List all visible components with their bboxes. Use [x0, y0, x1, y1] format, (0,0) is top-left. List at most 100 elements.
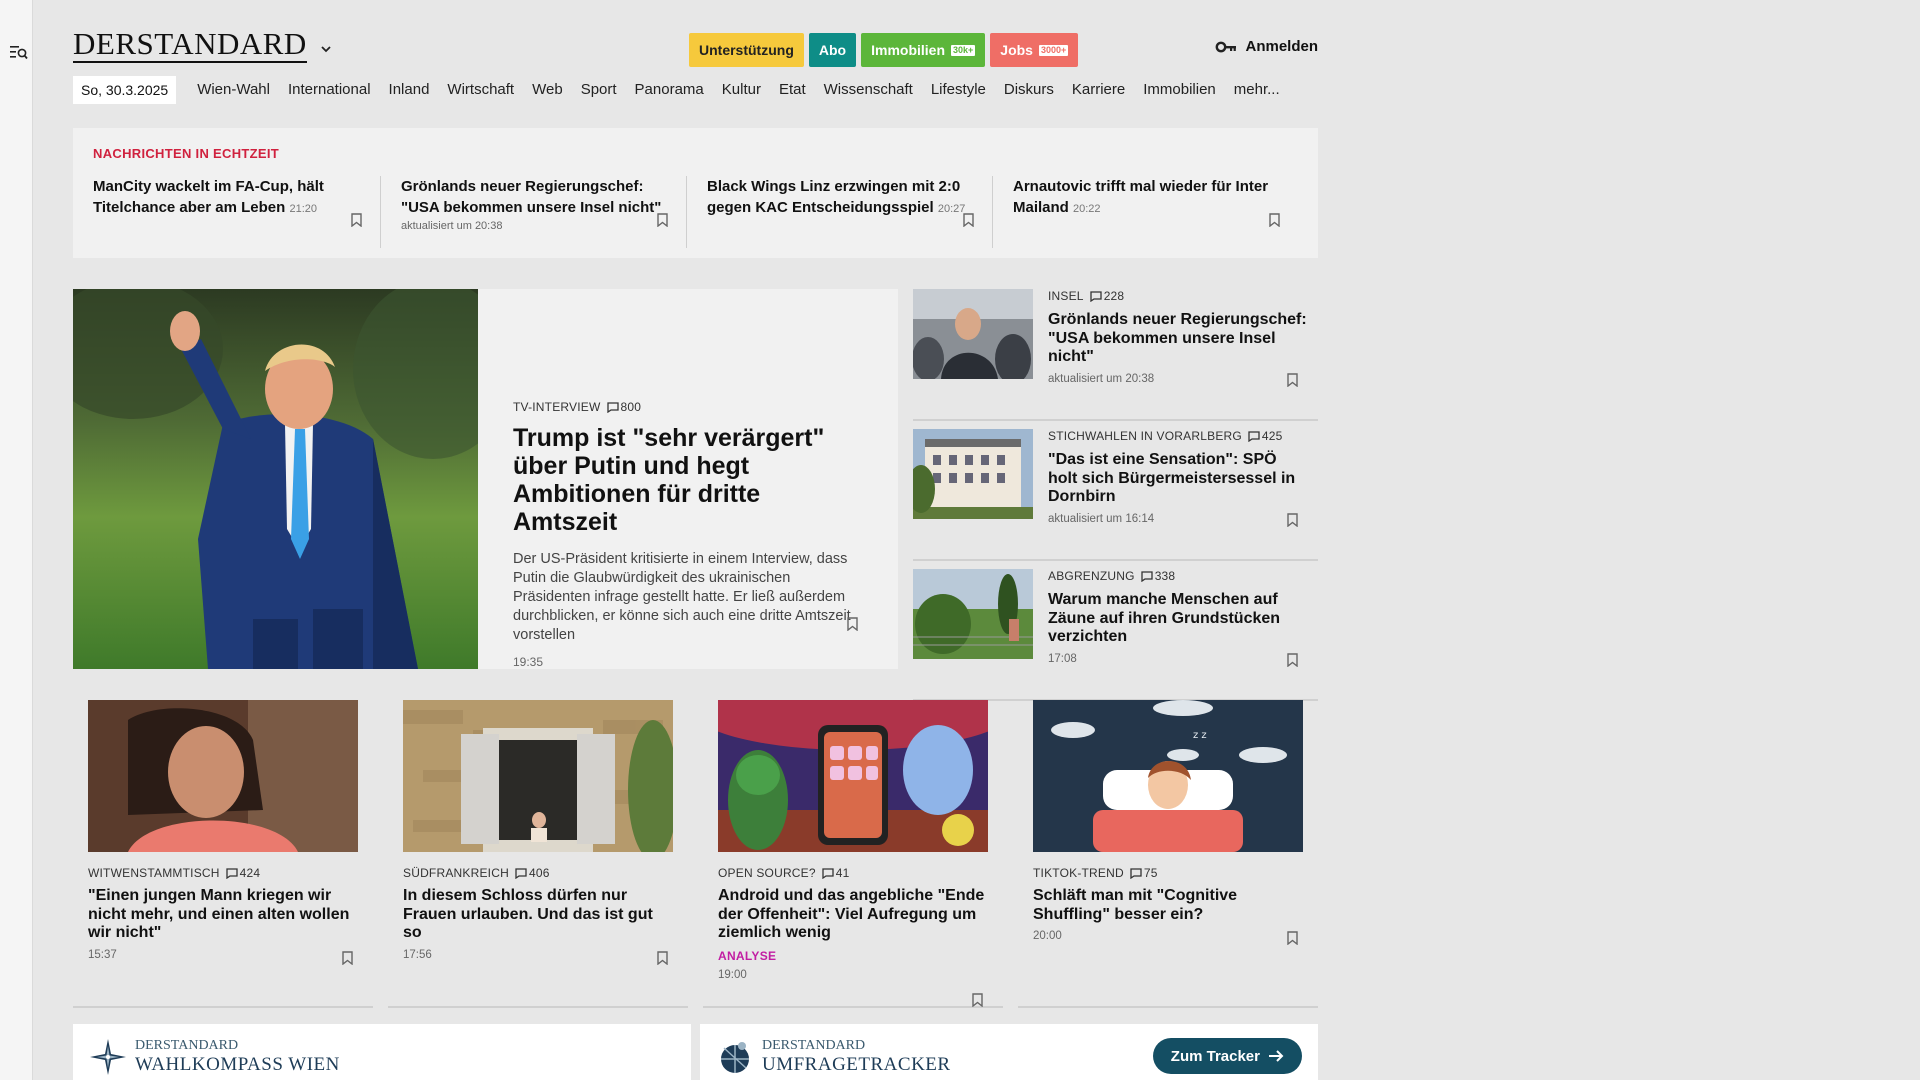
bookmark-icon[interactable] — [1287, 653, 1298, 667]
bookmark-icon[interactable] — [963, 213, 974, 227]
support-label: Unterstützung — [699, 42, 794, 58]
story-kicker: SÜDFRANKREICH 406 — [403, 866, 673, 880]
nav-item-more[interactable]: mehr... — [1225, 76, 1289, 104]
immobilien-label: Immobilien — [871, 42, 946, 58]
comments-count[interactable]: 228 — [1090, 289, 1125, 303]
site-logo[interactable]: DERSTANDARD — [73, 28, 307, 63]
promo-name: WAHLKOMPASS WIEN — [135, 1054, 340, 1075]
comments-count-value: 228 — [1103, 289, 1125, 303]
comment-icon — [822, 867, 834, 879]
story-headline[interactable]: Grönlands neuer Regierungschef: "USA bek… — [1048, 311, 1308, 367]
bookmark-icon[interactable] — [657, 213, 668, 227]
ticker-time: 20:27 — [937, 203, 966, 215]
nav-item-wien-wahl[interactable]: Wien-Wahl — [188, 76, 279, 104]
nav-item-international[interactable]: International — [279, 76, 380, 104]
story-kicker: INSEL 228 — [1048, 289, 1308, 303]
nav-item-web[interactable]: Web — [523, 76, 572, 104]
bookmark-icon[interactable] — [972, 993, 983, 1007]
comments-count-value: 338 — [1154, 569, 1176, 583]
story-card[interactable]: WITWENSTAMMTISCH 424 "Einen jungen Mann … — [73, 700, 373, 1008]
comments-count-value: 41 — [835, 866, 850, 880]
comments-count[interactable]: 75 — [1130, 866, 1158, 880]
zum-tracker-button[interactable]: Zum Tracker — [1152, 1038, 1302, 1074]
ticker-item[interactable]: Black Wings Linz erzwingen mit 2:0 gegen… — [685, 176, 992, 248]
menu-search-icon[interactable] — [10, 44, 28, 60]
nav-item-wirtschaft[interactable]: Wirtschaft — [438, 76, 523, 104]
lead-story[interactable]: TV-INTERVIEW 800 Trump ist "sehr verärge… — [73, 289, 898, 669]
comments-count[interactable]: 41 — [822, 866, 850, 880]
lead-teaser: Der US-Präsident kritisierte in einem In… — [513, 551, 851, 643]
jobs-button[interactable]: Jobs 3000+ — [990, 33, 1079, 67]
comments-count[interactable]: 425 — [1248, 429, 1283, 443]
support-button[interactable]: Unterstützung — [689, 33, 804, 67]
bookmark-icon[interactable] — [1269, 213, 1280, 227]
nav-item-panorama[interactable]: Panorama — [626, 76, 713, 104]
story-kicker-label: ABGRENZUNG — [1048, 569, 1135, 583]
bookmark-icon[interactable] — [1287, 931, 1298, 945]
story-photo[interactable]: z z — [1033, 700, 1303, 852]
nav-item-sport[interactable]: Sport — [572, 76, 626, 104]
list-item[interactable]: ABGRENZUNG 338 Warum manche Menschen auf… — [913, 569, 1318, 701]
nav-item-karriere[interactable]: Karriere — [1063, 76, 1134, 104]
lead-headline[interactable]: Trump ist "sehr verärgert" über Putin un… — [513, 424, 868, 536]
lead-photo-trump[interactable] — [73, 289, 478, 669]
live-ticker: NACHRICHTEN IN ECHTZEIT ManCity wackelt … — [73, 128, 1318, 258]
story-meta: 17:08 — [1048, 652, 1077, 665]
nav-item-diskurs[interactable]: Diskurs — [995, 76, 1063, 104]
chevron-down-icon[interactable] — [319, 42, 333, 56]
nav-item-kultur[interactable]: Kultur — [713, 76, 770, 104]
story-headline[interactable]: Android und das angebliche "Ende der Off… — [718, 887, 988, 943]
story-meta: 20:00 — [1033, 930, 1062, 942]
story-photo[interactable] — [913, 289, 1033, 379]
wahlkompass-promo[interactable]: DERSTANDARD WAHLKOMPASS WIEN — [73, 1024, 691, 1080]
story-headline[interactable]: "Einen jungen Mann kriegen wir nicht meh… — [88, 887, 358, 943]
ticker-title: NACHRICHTEN IN ECHTZEIT — [93, 146, 280, 161]
story-headline[interactable]: Warum manche Menschen auf Zäune auf ihre… — [1048, 591, 1308, 647]
bookmark-icon[interactable] — [342, 951, 353, 965]
story-kicker-label: OPEN SOURCE? — [718, 866, 816, 880]
comments-count[interactable]: 800 — [606, 400, 642, 414]
story-headline[interactable]: In diesem Schloss dürfen nur Frauen urla… — [403, 887, 673, 943]
ticker-item[interactable]: Grönlands neuer Regierungschef: "USA bek… — [379, 176, 686, 248]
nav-item-inland[interactable]: Inland — [380, 76, 439, 104]
bookmark-icon[interactable] — [847, 617, 858, 631]
ticker-item[interactable]: Arnautovic trifft mal wieder für Inter M… — [992, 176, 1298, 248]
list-item[interactable]: STICHWAHLEN IN VORARLBERG 425 "Das ist e… — [913, 429, 1318, 561]
story-headline[interactable]: Schläft man mit "Cognitive Shuffling" be… — [1033, 887, 1303, 924]
story-cards: WITWENSTAMMTISCH 424 "Einen jungen Mann … — [73, 700, 1318, 1008]
login-button[interactable]: Anmelden — [1215, 38, 1318, 55]
nav-item-immobilien[interactable]: Immobilien — [1134, 76, 1225, 104]
story-photo[interactable] — [88, 700, 358, 852]
story-card[interactable]: z z TIKTOK-TREND 75 Schläft man mit "Cog… — [1018, 700, 1318, 1008]
bookmark-icon[interactable] — [1287, 513, 1298, 527]
ticker-item[interactable]: ManCity wackelt im FA-Cup, hält Titelcha… — [93, 176, 380, 248]
comment-icon — [606, 401, 619, 413]
list-item[interactable]: INSEL 228 Grönlands neuer Regierungschef… — [913, 289, 1318, 421]
nav-item-lifestyle[interactable]: Lifestyle — [922, 76, 995, 104]
story-photo[interactable] — [403, 700, 673, 852]
story-card[interactable]: SÜDFRANKREICH 406 In diesem Schloss dürf… — [388, 700, 688, 1008]
story-photo[interactable] — [913, 569, 1033, 659]
bookmark-icon[interactable] — [351, 213, 362, 227]
comments-count-value: 75 — [1143, 866, 1158, 880]
umfragetracker-promo[interactable]: DERSTANDARD UMFRAGETRACKER Zum Tracker — [700, 1024, 1318, 1080]
abo-button[interactable]: Abo — [808, 33, 857, 67]
comments-count[interactable]: 424 — [225, 866, 261, 880]
ticker-headline: Grönlands neuer Regierungschef: "USA bek… — [400, 178, 662, 216]
immobilien-button[interactable]: Immobilien 30k+ — [861, 33, 986, 67]
comments-count[interactable]: 406 — [515, 866, 550, 880]
comments-count[interactable]: 338 — [1141, 569, 1176, 583]
nav-item-etat[interactable]: Etat — [770, 76, 815, 104]
ticker-headline: Black Wings Linz erzwingen mit 2:0 gegen… — [706, 178, 961, 216]
comment-icon — [1141, 570, 1153, 582]
story-card[interactable]: OPEN SOURCE? 41 Android und das angeblic… — [703, 700, 1003, 1008]
promo-brand: DERSTANDARD — [135, 1038, 239, 1053]
bookmark-icon[interactable] — [1287, 373, 1298, 387]
nav-item-wissenschaft[interactable]: Wissenschaft — [815, 76, 922, 104]
story-headline[interactable]: "Das ist eine Sensation": SPÖ holt sich … — [1048, 451, 1308, 507]
story-photo[interactable] — [718, 700, 988, 852]
story-photo[interactable] — [913, 429, 1033, 519]
bookmark-icon[interactable] — [657, 951, 668, 965]
story-meta: aktualisiert um 16:14 — [1048, 512, 1155, 525]
jobs-label: Jobs — [1000, 42, 1033, 58]
